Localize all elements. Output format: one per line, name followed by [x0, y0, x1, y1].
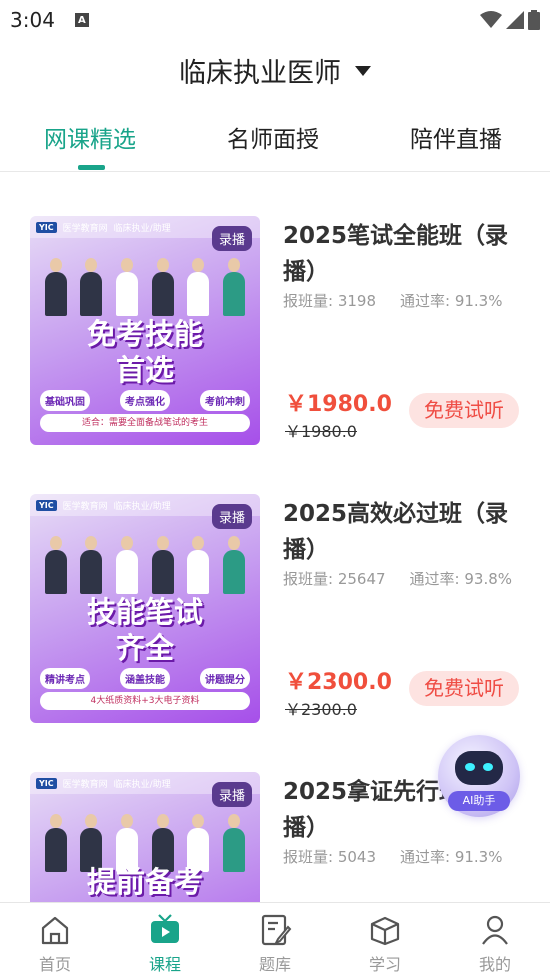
thumbnail-org: 医学教育网 [62, 779, 108, 790]
tv-icon [151, 914, 179, 943]
headline-line1: 免考技能 [86, 317, 203, 351]
nav-profile[interactable]: 我的 [440, 903, 550, 979]
bottom-nav: 首页 课程 题库 学习 我的 [0, 902, 550, 979]
brand-logo: YIC [36, 777, 57, 789]
course-meta: 报班量: 25647 通过率: 93.8% [283, 568, 523, 589]
thumbnail-category: 临床执业/助理 [113, 779, 171, 790]
feature-pill: 讲题提分 [200, 668, 250, 689]
nav-home[interactable]: 首页 [0, 903, 110, 979]
pass-rate: 通过率: 91.3% [400, 848, 503, 866]
tab-online-courses[interactable]: 网课精选 [44, 120, 136, 154]
course-tabs: 网课精选 名师面授 陪伴直播 [0, 112, 550, 172]
robot-icon [455, 751, 503, 785]
tab-teacher-classes[interactable]: 名师面授 [227, 120, 319, 154]
active-tab-indicator [78, 165, 105, 170]
nav-label: 题库 [258, 955, 291, 974]
ai-assistant-label: AI助手 [448, 791, 510, 811]
status-bar: 3:04 A [0, 0, 550, 40]
feature-pill: 基础巩固 [40, 390, 90, 411]
free-trial-button[interactable]: 免费试听 [409, 671, 519, 706]
nav-label: 我的 [478, 955, 511, 974]
course-meta: 报班量: 5043 通过率: 91.3% [283, 846, 523, 867]
ai-assistant-button[interactable]: AI助手 [438, 735, 520, 817]
brand-logo: YIC [36, 499, 57, 511]
enroll-count: 报班量: 3198 [283, 292, 376, 310]
home-icon [41, 916, 69, 945]
caret-down-icon [355, 66, 371, 76]
teacher-figure [223, 258, 246, 316]
feature-pill: 涵盖技能 [120, 668, 170, 689]
thumbnail-footer: 4大纸质资料+3大电子资料 [40, 692, 250, 710]
user-icon [482, 915, 508, 945]
teacher-photos [38, 802, 252, 872]
course-title[interactable]: 2025高效必过班（录播） [283, 496, 523, 568]
thumbnail-org: 医学教育网 [62, 223, 108, 234]
pass-rate: 通过率: 91.3% [400, 292, 503, 310]
headline-line1: 技能笔试 [86, 595, 203, 629]
teacher-figure [187, 258, 210, 316]
teacher-figure [187, 536, 210, 594]
teacher-figure [116, 536, 139, 594]
course-card[interactable]: YIC 医学教育网 临床执业/助理 录播 免考技能 首选 基础巩固 考点强化 考… [0, 216, 550, 496]
teacher-figure [44, 258, 67, 316]
nav-courses[interactable]: 课程 [110, 903, 220, 979]
pass-rate: 通过率: 93.8% [409, 570, 513, 588]
thumbnail-headline: 提前备考 [30, 864, 260, 900]
feature-pills: 基础巩固 考点强化 考前冲刺 [40, 390, 250, 411]
teacher-photos [38, 246, 252, 316]
thumbnail-footer: 适合：需要全面备战笔试的考生 [40, 414, 250, 432]
thumbnail-category: 临床执业/助理 [113, 501, 171, 512]
course-price: ￥2300.0 [285, 670, 392, 695]
course-title[interactable]: 2025笔试全能班（录播） [283, 218, 523, 290]
original-price: ￥2300.0 [285, 700, 357, 719]
nav-label: 首页 [38, 955, 71, 974]
notification-icon: A [74, 13, 89, 27]
teacher-figure [44, 536, 67, 594]
teacher-figure [80, 536, 103, 594]
course-card[interactable]: YIC 医学教育网 临床执业/助理 录播 技能笔试 齐全 精讲考点 涵盖技能 讲… [0, 494, 550, 774]
course-thumbnail[interactable]: YIC 医学教育网 临床执业/助理 录播 免考技能 首选 基础巩固 考点强化 考… [30, 216, 260, 445]
page-title: 临床执业医师 [179, 57, 341, 89]
course-thumbnail[interactable]: YIC 医学教育网 临床执业/助理 录播 技能笔试 齐全 精讲考点 涵盖技能 讲… [30, 494, 260, 723]
feature-pill: 考点强化 [120, 390, 170, 411]
wifi-icon [480, 11, 502, 28]
teacher-photos [38, 524, 252, 594]
status-icons [480, 10, 540, 30]
tab-live-stream[interactable]: 陪伴直播 [410, 120, 502, 154]
status-time: 3:04 [10, 8, 55, 32]
headline-line2: 首选 [115, 353, 174, 387]
headline-line2: 齐全 [115, 631, 174, 665]
teacher-figure [151, 258, 174, 316]
feature-pills: 精讲考点 涵盖技能 讲题提分 [40, 668, 250, 689]
enroll-count: 报班量: 5043 [283, 848, 376, 866]
nav-study[interactable]: 学习 [330, 903, 440, 979]
box-icon [370, 916, 400, 946]
thumbnail-org: 医学教育网 [62, 501, 108, 512]
teacher-figure [116, 258, 139, 316]
thumbnail-headline: 免考技能 首选 [30, 316, 260, 388]
notebook-pen-icon [261, 914, 292, 946]
signal-icon [506, 11, 524, 29]
original-price: ￥1980.0 [285, 422, 357, 441]
nav-label: 学习 [368, 955, 401, 974]
battery-icon [528, 10, 540, 30]
free-trial-button[interactable]: 免费试听 [409, 393, 519, 428]
exam-selector[interactable]: 临床执业医师 [0, 48, 550, 92]
nav-question-bank[interactable]: 题库 [220, 903, 330, 979]
teacher-figure [151, 536, 174, 594]
feature-pill: 精讲考点 [40, 668, 90, 689]
course-price: ￥1980.0 [285, 392, 392, 417]
teacher-figure [80, 258, 103, 316]
enroll-count: 报班量: 25647 [283, 570, 386, 588]
thumbnail-category: 临床执业/助理 [113, 223, 171, 234]
brand-logo: YIC [36, 221, 57, 233]
headline-line1: 提前备考 [86, 865, 203, 899]
teacher-figure [223, 536, 246, 594]
course-thumbnail[interactable]: YIC 医学教育网 临床执业/助理 录播 提前备考 [30, 772, 260, 902]
nav-label: 课程 [148, 955, 181, 974]
feature-pill: 考前冲刺 [200, 390, 250, 411]
course-meta: 报班量: 3198 通过率: 91.3% [283, 290, 523, 311]
thumbnail-headline: 技能笔试 齐全 [30, 594, 260, 666]
